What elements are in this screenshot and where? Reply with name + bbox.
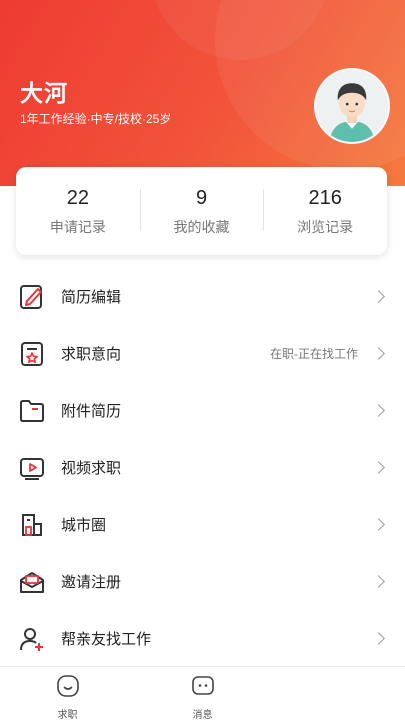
chevron-right-icon xyxy=(372,461,385,474)
chevron-right-icon xyxy=(372,518,385,531)
avatar-illustration-icon xyxy=(316,70,388,142)
bottom-tab-bar: 求职 消息 xyxy=(0,666,405,720)
menu-item-label: 视频求职 xyxy=(61,460,122,477)
invite-mail-icon xyxy=(18,568,46,596)
video-icon xyxy=(18,454,46,482)
job-search-icon xyxy=(55,673,81,704)
tab-job-search[interactable]: 求职 xyxy=(0,667,135,720)
user-name[interactable]: 大河 xyxy=(20,74,68,108)
menu-item-attachment-resume[interactable]: 附件简历 xyxy=(0,382,405,439)
job-status-value: 在职-正在找工作 xyxy=(270,347,358,361)
stat-label: 浏览记录 xyxy=(297,219,354,235)
job-intention-icon xyxy=(18,340,46,368)
resume-edit-icon xyxy=(18,283,46,311)
menu-item-label: 邀请注册 xyxy=(61,574,122,591)
building-icon xyxy=(18,511,46,539)
tab-messages[interactable]: 消息 xyxy=(135,667,270,720)
stat-value: 216 xyxy=(308,187,342,209)
menu-item-label: 求职意向 xyxy=(61,346,122,363)
menu-item-resume-edit[interactable]: 简历编辑 xyxy=(0,268,405,325)
user-info: 1年工作经验·中专/技校·25岁 xyxy=(20,112,172,126)
menu-item-label: 简历编辑 xyxy=(61,289,122,306)
chevron-right-icon xyxy=(372,347,385,360)
menu-item-invite-register[interactable]: 邀请注册 xyxy=(0,553,405,610)
menu-item-label: 附件简历 xyxy=(61,403,122,420)
tab-label: 求职 xyxy=(57,710,78,720)
folder-icon xyxy=(18,397,46,425)
avatar[interactable] xyxy=(314,68,390,144)
stat-value: 22 xyxy=(66,187,89,209)
stat-favorites[interactable]: 9 我的收藏 xyxy=(139,185,264,237)
menu-item-video-job[interactable]: 视频求职 xyxy=(0,439,405,496)
stats-card: 22 申请记录 9 我的收藏 216 浏览记录 xyxy=(16,167,387,255)
menu-item-job-intention[interactable]: 求职意向 在职-正在找工作 xyxy=(0,325,405,382)
stat-value: 9 xyxy=(195,187,208,209)
menu-item-label: 城市圈 xyxy=(61,517,107,534)
chevron-right-icon xyxy=(372,575,385,588)
menu-item-city-circle[interactable]: 城市圈 xyxy=(0,496,405,553)
menu-list: 简历编辑 求职意向 在职-正在找工作 附件简历 视频求职 城市圈 邀请注册 帮亲… xyxy=(0,268,405,667)
chevron-right-icon xyxy=(372,290,385,303)
tab-label: 消息 xyxy=(192,710,213,720)
message-icon xyxy=(190,673,216,704)
chevron-right-icon xyxy=(372,632,385,645)
menu-item-label: 帮亲友找工作 xyxy=(61,631,152,648)
stat-label: 我的收藏 xyxy=(173,219,230,235)
stat-label: 申请记录 xyxy=(49,219,106,235)
chevron-right-icon xyxy=(372,404,385,417)
stat-browse-history[interactable]: 216 浏览记录 xyxy=(263,185,387,237)
stat-applications[interactable]: 22 申请记录 xyxy=(16,185,140,237)
tab-placeholder xyxy=(270,667,405,720)
menu-item-help-friends[interactable]: 帮亲友找工作 xyxy=(0,610,405,667)
add-friend-icon xyxy=(18,625,46,653)
